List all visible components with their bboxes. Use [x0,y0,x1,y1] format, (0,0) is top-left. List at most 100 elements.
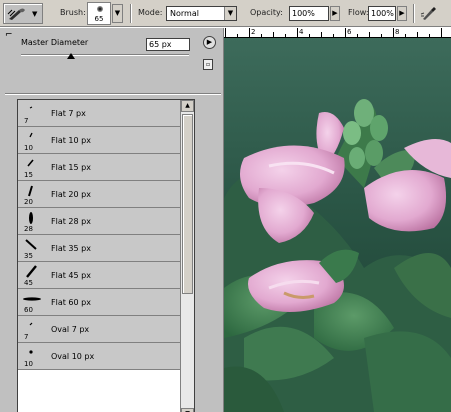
ruler-tick [369,32,370,37]
list-item[interactable]: 15 Flat 15 px [18,154,181,181]
ruler-tick [249,28,250,37]
brush-preset-list: 7 Flat 7 px 10 Flat 10 px 15 Flat 15 px … [17,99,195,412]
master-diameter-field[interactable]: 65 px [146,38,190,51]
flow-value: 100% [371,9,394,18]
flow-field[interactable]: 100% [368,6,396,21]
mode-value: Normal [170,9,199,18]
brush-preset-thumbnail[interactable]: 65 [87,2,111,25]
vertical-scrollbar[interactable]: ▲ ▼ [180,100,194,412]
document-canvas[interactable] [224,38,451,412]
ruler-tick [225,28,226,37]
opacity-value: 100% [292,9,315,18]
brush-size: 10 [24,144,33,152]
ruler-tick [321,32,322,37]
brush-name: Flat 15 px [51,163,91,172]
brush-size: 10 [24,360,33,368]
ruler-tick [333,34,334,37]
brush-tip-icon [97,6,103,12]
mode-label: Mode: [138,8,163,17]
brush-size: 65 [94,15,104,23]
ruler-tick [441,28,442,37]
ruler-tick [297,28,298,37]
ruler-label: 2 [251,28,256,36]
ruler-tick [273,32,274,37]
brush-name: Flat 28 px [51,217,91,226]
divider [5,93,221,95]
brush-size: 45 [24,279,33,287]
flat-brush-icon [29,212,33,224]
master-diameter-label: Master Diameter [21,38,89,47]
new-preset-icon[interactable]: ▫ [203,59,213,70]
ruler-tick [237,34,238,37]
brush-size: 20 [24,198,33,206]
flow-slider-button[interactable]: ▶ [397,6,407,21]
ruler-tick [381,34,382,37]
ruler-label: 6 [347,28,352,36]
oval-brush-icon [29,350,33,354]
brush-name: Oval 7 px [51,325,90,334]
ruler-tick [429,34,430,37]
list-item[interactable]: 10 Oval 10 px [18,343,181,370]
flat-brush-icon [23,297,41,301]
mode-select[interactable]: Normal ▼ [166,6,237,21]
ruler-tick [393,28,394,37]
ruler-label: 8 [395,28,400,36]
flat-brush-icon [25,239,37,250]
ruler-tick [405,34,406,37]
list-item[interactable]: 35 Flat 35 px [18,235,181,262]
brush-size: 7 [24,333,29,341]
master-diameter-slider[interactable] [21,54,189,56]
brush-size: 35 [24,252,33,260]
chevron-down-icon: ▼ [32,10,38,18]
brush-picker-dropdown[interactable]: ▼ [112,4,123,23]
brush-tool-icon [7,8,25,20]
list-item[interactable]: 60 Flat 60 px [18,289,181,316]
brush-label: Brush: [60,8,86,17]
opacity-label: Opacity: [250,8,283,17]
opacity-field[interactable]: 100% [289,6,329,21]
brush-size: 15 [24,171,33,179]
brush-name: Flat 7 px [51,109,86,118]
ruler-tick [309,34,310,37]
airbrush-icon[interactable] [420,5,438,21]
list-item[interactable]: 7 Oval 7 px [18,316,181,343]
brush-size: 28 [24,225,33,233]
brush-rows: 7 Flat 7 px 10 Flat 10 px 15 Flat 15 px … [18,100,181,370]
brush-name: Flat 35 px [51,244,91,253]
brush-name: Flat 10 px [51,136,91,145]
scroll-up-icon[interactable]: ▲ [181,100,194,112]
brush-size: 60 [24,306,33,314]
flower-photo [224,38,451,412]
list-item[interactable]: 7 Flat 7 px [18,100,181,127]
flat-brush-icon [29,106,33,109]
list-item[interactable]: 45 Flat 45 px [18,262,181,289]
flat-brush-icon [26,265,37,278]
horizontal-ruler: 2 4 6 8 [224,28,451,38]
ruler-tick [357,34,358,37]
brush-name: Oval 10 px [51,352,95,361]
list-item[interactable]: 10 Flat 10 px [18,127,181,154]
list-item[interactable]: 28 Flat 28 px [18,208,181,235]
divider [413,4,415,23]
tool-preset-picker[interactable]: ▼ [3,3,43,24]
opacity-slider-button[interactable]: ▶ [330,6,340,21]
flow-label: Flow: [348,8,369,17]
ruler-tick [345,28,346,37]
master-diameter-value: 65 px [149,40,172,49]
ruler-tick [417,32,418,37]
options-bar: ▼ Brush: 65 ▼ Mode: Normal ▼ Opacity: 10… [0,0,451,27]
slider-thumb[interactable] [67,53,76,59]
palette-grip-icon: ⌐ [5,30,13,40]
scrollbar-thumb[interactable] [182,114,193,294]
list-item[interactable]: 20 Flat 20 px [18,181,181,208]
ruler-label: 4 [299,28,304,36]
brush-name: Flat 45 px [51,271,91,280]
scroll-down-icon[interactable]: ▼ [181,408,194,412]
palette-menu-icon[interactable]: ▶ [203,36,216,49]
brushes-palette: ⌐ Master Diameter 65 px ▶ ▫ 7 Flat 7 px … [0,28,224,412]
ruler-tick [261,34,262,37]
ruler-tick [285,34,286,37]
flat-brush-icon [28,185,33,197]
chevron-down-icon: ▼ [224,7,236,20]
brush-size: 7 [24,117,29,125]
